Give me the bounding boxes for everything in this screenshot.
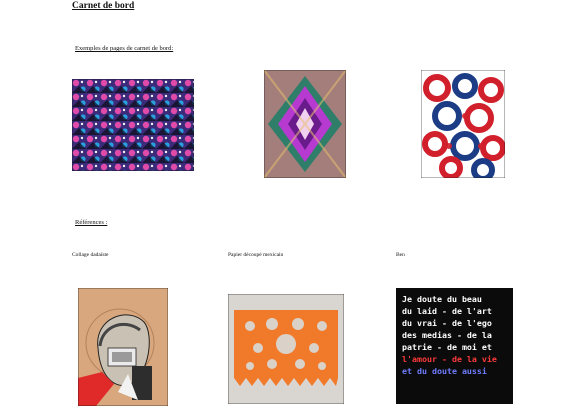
abstract-circles-image bbox=[421, 70, 505, 178]
page-title: Carnet de bord bbox=[72, 1, 135, 11]
ben-line-2: du laid - de l'art bbox=[402, 306, 492, 316]
ben-line-7: et du doute aussi bbox=[402, 366, 487, 376]
ben-line-6: l'amour - de la vie bbox=[402, 354, 497, 364]
ben-line-5: patrie - de moi et bbox=[402, 342, 492, 352]
caption-ben: Ben bbox=[396, 252, 405, 258]
kaleidoscope-collage-image bbox=[264, 70, 346, 178]
references-heading: Références : bbox=[75, 219, 108, 226]
pattern-collage-image bbox=[72, 79, 194, 171]
ben-line-1: Je doute du beau bbox=[402, 294, 482, 304]
dada-collage-image bbox=[78, 288, 168, 406]
examples-heading: Exemples de pages de carnet de bord: bbox=[75, 45, 174, 52]
ben-line-3: du vrai - de l'ego bbox=[402, 318, 492, 328]
caption-papier-decoupe: Papier découpé mexicain bbox=[228, 252, 284, 258]
papel-picado-image bbox=[228, 294, 344, 404]
ben-text-artwork: Je doute du beau du laid - de l'art du v… bbox=[396, 288, 513, 404]
caption-collage-dadaiste: Collage dadaïste bbox=[72, 252, 109, 258]
ben-line-4: des medias - de la bbox=[402, 330, 492, 340]
